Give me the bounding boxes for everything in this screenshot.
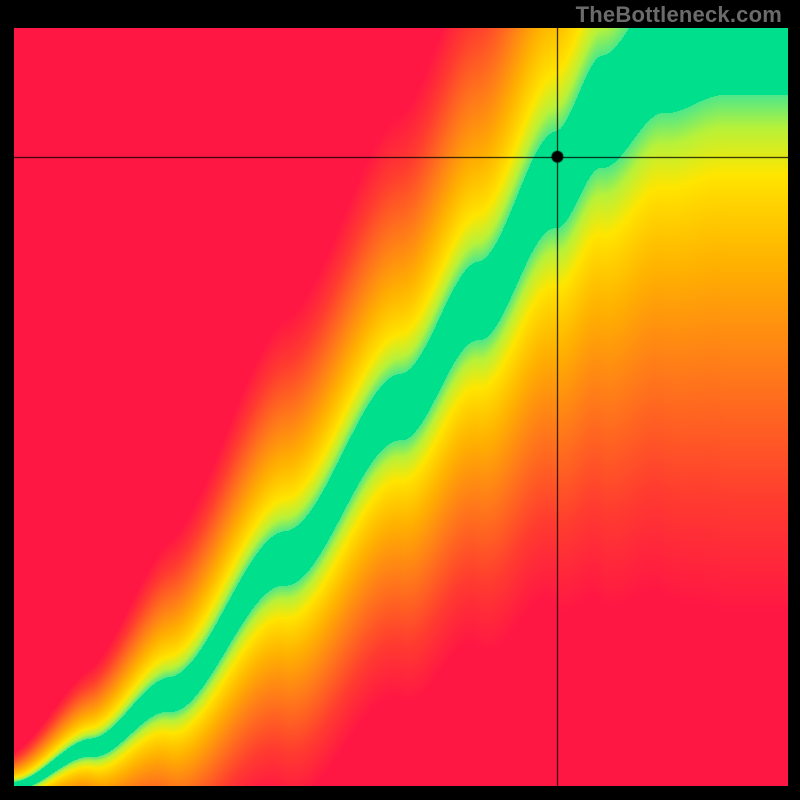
chart-stage: TheBottleneck.com [0, 0, 800, 800]
watermark-text: TheBottleneck.com [576, 2, 782, 28]
crosshair-overlay [14, 28, 788, 786]
